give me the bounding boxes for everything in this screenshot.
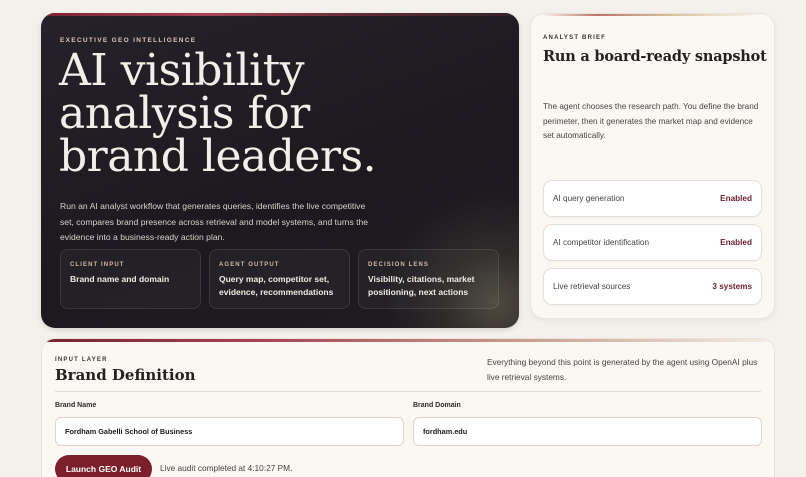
card-value: Visibility, citations, market positionin… (368, 274, 475, 297)
card-label: DECISION LENS (368, 262, 429, 268)
stat-value: Enabled (720, 194, 752, 203)
card-value: Brand name and domain (70, 274, 170, 284)
analyst-brief-panel: ANALYST BRIEF Run a board-ready snapshot… (530, 13, 775, 319)
brand-domain-label: Brand Domain (413, 402, 461, 409)
card-agent-output: AGENT OUTPUT Query map, competitor set, … (209, 249, 350, 309)
stat-value: 3 systems (712, 282, 752, 291)
input-title: Brand Definition (55, 366, 196, 384)
launch-geo-audit-button[interactable]: Launch GEO Audit (55, 455, 152, 477)
hero-lead: Run an AI analyst workflow that generate… (60, 201, 369, 242)
stat-label: AI competitor identification (553, 238, 650, 247)
input-eyebrow: INPUT LAYER (55, 357, 108, 363)
hero-title: AI visibility analysis for brand leaders… (59, 49, 499, 179)
brief-description: The agent chooses the research path. You… (543, 102, 759, 140)
stat-live-retrieval-sources: Live retrieval sources 3 systems (543, 268, 762, 305)
brief-eyebrow: ANALYST BRIEF (543, 35, 607, 41)
brand-name-label: Brand Name (55, 402, 97, 409)
hero-title-line-3: brand leaders. (59, 131, 377, 182)
stat-label: AI query generation (553, 194, 625, 203)
input-layer-panel: INPUT LAYER Brand Definition Everything … (41, 338, 775, 477)
divider (55, 391, 761, 392)
card-value: Query map, competitor set, evidence, rec… (219, 274, 334, 297)
stat-label: Live retrieval sources (553, 282, 631, 291)
card-label: CLIENT INPUT (70, 262, 125, 268)
brand-name-input[interactable] (55, 417, 404, 446)
hero-cards: CLIENT INPUT Brand name and domain AGENT… (60, 249, 499, 309)
card-label: AGENT OUTPUT (219, 262, 280, 268)
input-note: Everything beyond this point is generate… (487, 357, 758, 382)
stat-ai-competitor-identification: AI competitor identification Enabled (543, 224, 762, 261)
brand-domain-input[interactable] (413, 417, 762, 446)
hero-eyebrow: EXECUTIVE GEO INTELLIGENCE (60, 37, 197, 44)
hero-panel: EXECUTIVE GEO INTELLIGENCE AI visibility… (41, 13, 519, 328)
card-client-input: CLIENT INPUT Brand name and domain (60, 249, 201, 309)
card-decision-lens: DECISION LENS Visibility, citations, mar… (358, 249, 499, 309)
brief-title: Run a board-ready snapshot (543, 48, 767, 65)
stat-ai-query-generation: AI query generation Enabled (543, 180, 762, 217)
stat-value: Enabled (720, 238, 752, 247)
audit-status: Live audit completed at 4:10:27 PM. (160, 463, 293, 473)
